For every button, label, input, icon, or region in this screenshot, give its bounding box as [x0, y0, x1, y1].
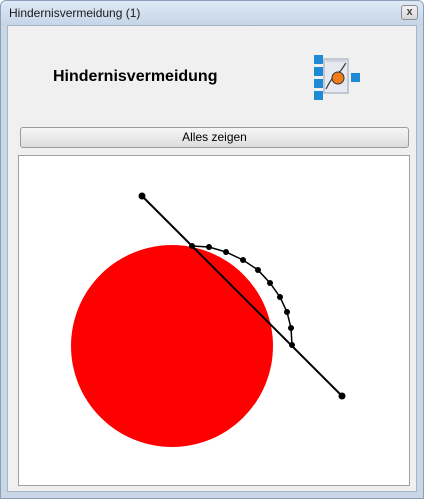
waypoint: [206, 244, 212, 250]
obstacle-canvas[interactable]: [18, 155, 410, 486]
obstacle-circle: [71, 245, 273, 447]
title-bar[interactable]: Hindernisvermeidung (1) x: [1, 1, 423, 25]
waypoint: [277, 294, 283, 300]
dialog-client-area: Hindernisvermeidung Alles zeigen: [7, 25, 417, 492]
dialog-window: Hindernisvermeidung (1) x Hindernisverme…: [0, 0, 424, 499]
waypoint: [289, 342, 295, 348]
path-endpoint-end: [338, 392, 346, 400]
page-title: Hindernisvermeidung: [53, 68, 218, 85]
path-endpoint-start: [138, 192, 146, 200]
close-icon: x: [406, 6, 413, 18]
waypoint: [223, 249, 229, 255]
waypoint: [255, 267, 261, 273]
show-all-button[interactable]: Alles zeigen: [20, 127, 409, 148]
window-title: Hindernisvermeidung (1): [9, 6, 141, 20]
waypoint: [284, 309, 290, 315]
waypoint: [240, 257, 246, 263]
waypoint: [267, 280, 273, 286]
waypoint: [288, 325, 294, 331]
close-button[interactable]: x: [401, 5, 418, 20]
obstacle-avoidance-logo-icon: [314, 53, 362, 101]
plot-area: [71, 192, 346, 447]
waypoint: [189, 243, 195, 249]
